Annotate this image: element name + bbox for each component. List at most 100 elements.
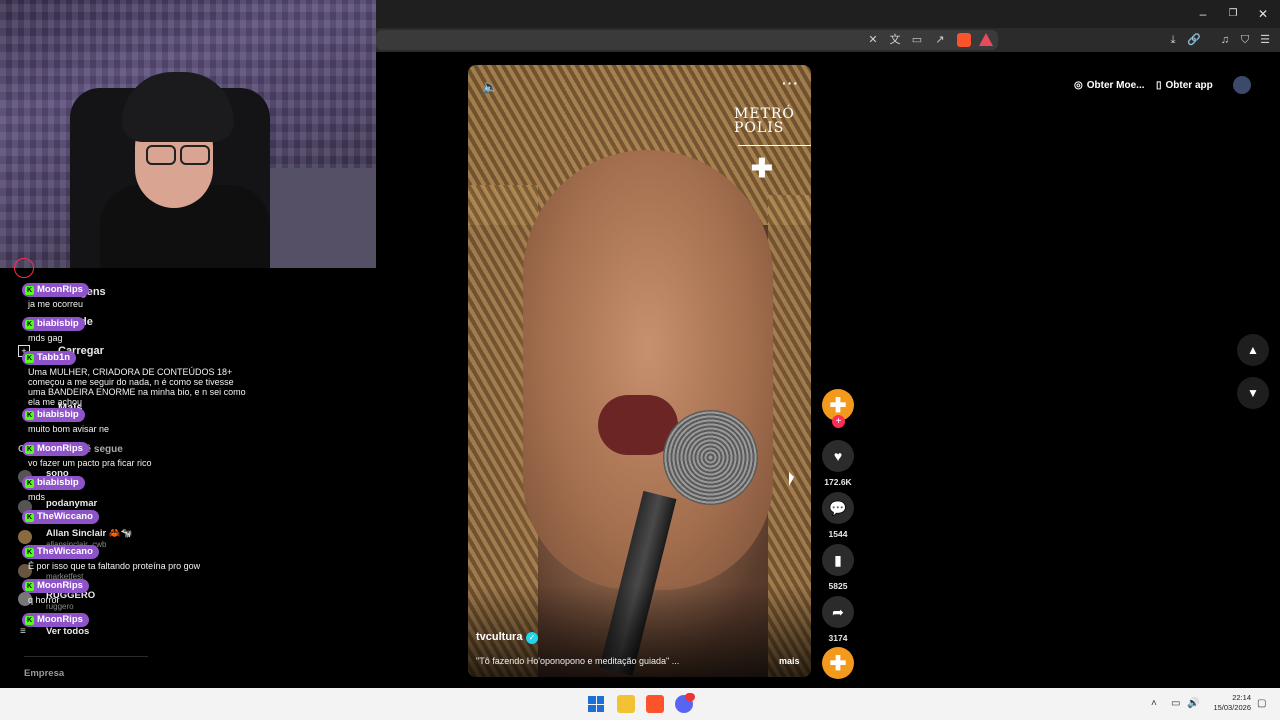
video-player[interactable]: 🔈 ··· METRÓ POLIS ✚ tvcultura ✓ "Tô faze… (468, 65, 811, 677)
list-icon: ≡ (20, 626, 26, 637)
download-icon[interactable]: ⤓ (1166, 33, 1180, 47)
watermark-line-2: POLIS (734, 120, 785, 136)
no-translate-icon[interactable]: ✕ (866, 33, 880, 47)
like-button[interactable]: ♥ (822, 440, 854, 472)
kick-icon: K (25, 547, 34, 557)
coin-icon: ◎ (1074, 79, 1083, 91)
watermark-rule (738, 145, 811, 146)
kick-icon: K (25, 410, 34, 420)
sound-disc[interactable]: ✚ (822, 647, 854, 679)
comment-count: 1544 (828, 529, 848, 539)
following-name[interactable]: Allan Sinclair 🦀🐄 (46, 528, 132, 539)
kick-icon: K (25, 581, 34, 591)
video-author[interactable]: tvcultura (476, 631, 522, 643)
music-icon[interactable]: ♫ (1218, 33, 1232, 47)
menu-icon[interactable]: ☰ (1258, 33, 1272, 47)
clock-date: 15/03/2026 (1213, 703, 1251, 712)
tray-chevron-icon[interactable]: ˄ (1151, 698, 1157, 709)
volume-icon[interactable]: 🔊 (1187, 698, 1199, 709)
watermark-metropolis: METRÓ POLIS (734, 107, 795, 135)
microphone-head (663, 410, 758, 505)
brave-browser-icon[interactable] (646, 695, 664, 713)
chat-message: Uma MULHER, CRIADORA DE CONTEÚDOS 18+ co… (28, 367, 246, 407)
kick-icon: K (25, 319, 34, 329)
notifications-icon[interactable]: ▢ (1257, 698, 1266, 709)
chat-username: K TheWiccano (22, 545, 99, 559)
chat-message: q horror (28, 595, 60, 605)
kick-icon: K (25, 512, 34, 522)
verified-icon: ✓ (526, 632, 538, 644)
comment-button[interactable]: 💬 (822, 492, 854, 524)
desk-surface (256, 168, 376, 268)
glasses-right (180, 145, 210, 165)
chat-username: Kbiabisbip (22, 408, 85, 422)
like-count: 172.6K (824, 477, 852, 487)
link-icon[interactable]: 🔗 (1187, 33, 1201, 47)
chat-username: K Tabb1n (22, 351, 77, 365)
file-explorer-icon[interactable] (617, 695, 635, 713)
share-button[interactable]: ➦ (822, 596, 854, 628)
chat-username: Kbiabisbip (22, 476, 85, 490)
kick-icon: K (25, 444, 34, 454)
translate-icon[interactable]: 文 (888, 33, 902, 47)
next-video-button[interactable]: ▼ (1237, 377, 1269, 409)
sidebar-divider (24, 656, 148, 657)
video-caption: "Tô fazendo Ho'oponopono e meditação gui… (476, 656, 680, 666)
chat-message: É por isso que ta faltando proteína pro … (28, 561, 201, 571)
tray-clock[interactable]: 22:14 15/03/2026 (1203, 693, 1251, 713)
address-bar[interactable] (376, 30, 998, 50)
save-count: 5825 (828, 581, 848, 591)
share-arrow-icon: ➦ (832, 603, 844, 620)
caption-more-link[interactable]: mais (779, 656, 800, 666)
glasses-left (146, 145, 176, 165)
kick-icon: K (25, 353, 34, 363)
chat-message: vo fazer um pacto pra ficar rico (28, 458, 152, 468)
comment-icon: 💬 (829, 499, 847, 516)
get-coins-button[interactable]: ◎ Obter Moe... (1074, 73, 1145, 97)
see-all-link[interactable]: Ver todos (46, 626, 89, 637)
more-icon[interactable]: ··· (782, 75, 799, 91)
mouse-cursor-icon (789, 472, 794, 486)
clock-time: 22:14 (1232, 693, 1251, 702)
get-coins-label: Obter Moe... (1086, 79, 1145, 91)
kick-icon: K (25, 285, 34, 295)
chat-username: K MoonRips (22, 579, 89, 593)
share-icon[interactable]: ↗ (933, 33, 947, 47)
chevron-up-icon: ▲ (1247, 343, 1259, 357)
get-app-button[interactable]: ▯ Obter app (1156, 73, 1213, 97)
chat-username: K TheWiccano (22, 510, 99, 524)
chat-message: ja me ocorreu (28, 299, 84, 309)
brave-shields-icon[interactable] (957, 33, 971, 47)
chat-username: K MoonRips (22, 442, 89, 456)
chat-message: muito bom avisar ne (28, 424, 110, 434)
close-button[interactable]: ✕ (1248, 2, 1278, 26)
webcam-overlay (0, 0, 376, 268)
taskbar (0, 688, 1280, 720)
follow-plus-icon[interactable]: + (832, 415, 845, 428)
profile-avatar[interactable] (14, 258, 34, 278)
brave-rewards-icon[interactable] (979, 33, 993, 46)
vpn-icon[interactable]: ⛉ (1238, 33, 1252, 47)
save-button[interactable]: ▮ (822, 544, 854, 576)
share-count: 3174 (828, 633, 848, 643)
network-icon[interactable]: ▭ (1171, 698, 1180, 709)
tv-cultura-logo: ✚ (751, 153, 773, 183)
restore-button[interactable]: ❐ (1218, 2, 1248, 26)
following-name[interactable]: podanymar (46, 498, 97, 509)
start-button[interactable] (588, 696, 604, 712)
get-app-label: Obter app (1165, 79, 1213, 91)
user-avatar[interactable] (1233, 76, 1251, 94)
chevron-down-icon: ▼ (1247, 386, 1259, 400)
cast-icon[interactable]: ▭ (910, 33, 924, 47)
chat-message: mds gag (28, 333, 63, 343)
minimize-button[interactable]: – (1188, 2, 1218, 26)
chat-username: Kbiabisbip (22, 317, 85, 331)
watermark-line-1: METRÓ (734, 106, 795, 122)
previous-video-button[interactable]: ▲ (1237, 334, 1269, 366)
following-avatar[interactable] (18, 530, 32, 544)
speaker-icon[interactable]: 🔈 (482, 79, 498, 95)
footer-company-link[interactable]: Empresa (24, 668, 64, 679)
chat-message: mds (28, 492, 46, 502)
discord-badge (685, 693, 695, 701)
kick-icon: K (25, 615, 34, 625)
